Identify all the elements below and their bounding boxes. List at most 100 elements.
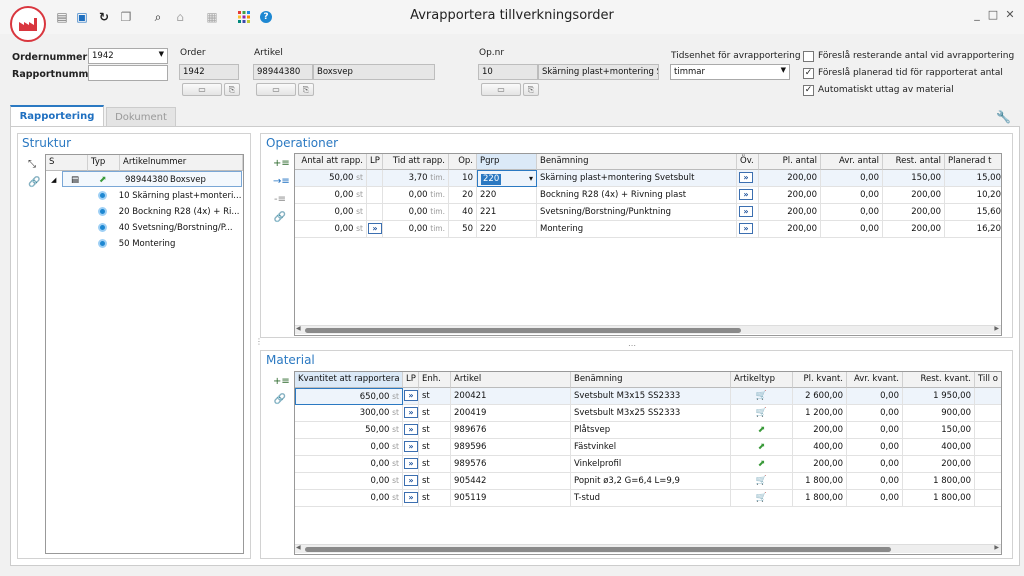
tab-rapportering[interactable]: Rapportering [10, 105, 104, 127]
lp-cell[interactable]: » [367, 221, 383, 238]
lp-cell[interactable] [367, 187, 383, 204]
chevron-down-icon[interactable]: ▾ [529, 171, 533, 186]
minimize-icon[interactable]: _ [970, 8, 984, 22]
pgrp-cell[interactable]: 221 [477, 204, 537, 221]
antal-cell[interactable]: 50,00 st [295, 170, 367, 187]
double-chevron-icon[interactable]: » [739, 172, 753, 183]
lp-cell[interactable]: » [403, 405, 419, 422]
scroll-left-icon[interactable]: ◀ [296, 325, 301, 332]
lp-cell[interactable]: » [403, 473, 419, 490]
lp-cell[interactable]: » [403, 439, 419, 456]
lp-cell[interactable] [367, 204, 383, 221]
kvantitet-cell[interactable]: 0,00 st [295, 490, 403, 507]
column-header[interactable]: Rest. kvant. [903, 372, 975, 388]
horizontal-splitter[interactable]: ⋯ [628, 341, 636, 350]
column-header[interactable]: Benämning [571, 372, 731, 388]
rapportnummer-input[interactable] [88, 65, 168, 81]
column-header[interactable]: Kvantitet att rapportera [295, 372, 403, 388]
pgrp-cell[interactable]: 220 ▾ [477, 170, 537, 187]
horizontal-scrollbar[interactable]: ◀ ▶ [295, 325, 1001, 334]
checkbox-automatiskt-uttag[interactable]: ✓ [803, 85, 814, 96]
antal-cell[interactable]: 0,00 st [295, 187, 367, 204]
artikel-comment-button[interactable]: ▭ [256, 83, 296, 96]
kvantitet-cell[interactable]: 50,00 st [295, 422, 403, 439]
kvantitet-cell[interactable]: 0,00 st [295, 439, 403, 456]
checkbox-foresla-planerad[interactable]: ✓ [803, 68, 814, 79]
lp-cell[interactable]: » [403, 490, 419, 507]
column-header[interactable]: Antal att rapp. [295, 154, 367, 170]
lp-cell[interactable]: » [403, 388, 419, 405]
link-icon[interactable]: 🔗 [273, 212, 287, 224]
add-row-icon[interactable]: +≡ [273, 158, 290, 170]
double-chevron-icon[interactable]: » [404, 441, 418, 452]
lp-cell[interactable]: » [403, 456, 419, 473]
tid-cell[interactable]: 3,70 tim. [383, 170, 449, 187]
kvantitet-cell[interactable]: 650,00 st [295, 388, 403, 405]
kvantitet-cell[interactable]: 0,00 st [295, 456, 403, 473]
pgrp-cell[interactable]: 220 [477, 187, 537, 204]
tree-op-row[interactable]: 20 Bockning R28 (4x) + Ri... [98, 204, 239, 220]
double-chevron-icon[interactable]: » [404, 458, 418, 469]
vertical-splitter[interactable]: ⋮ [255, 338, 263, 346]
ov-cell[interactable]: » [737, 170, 759, 187]
close-icon[interactable]: ✕ [1003, 8, 1017, 22]
tab-dokument[interactable]: Dokument [106, 107, 176, 127]
artikel-attach-button[interactable]: ⎘ [298, 83, 314, 96]
remove-row-icon[interactable]: -≡ [273, 194, 287, 206]
lp-cell[interactable]: » [403, 422, 419, 439]
pgrp-cell[interactable]: 220 [477, 221, 537, 238]
tree-root-row[interactable]: ◢ ▤ ⬈ 98944380 Boxsvep [51, 171, 242, 187]
column-header[interactable]: Avr. kvant. [847, 372, 903, 388]
double-chevron-icon[interactable]: » [739, 206, 753, 217]
sort-icon[interactable]: ⤡ [28, 159, 36, 170]
column-header[interactable]: Artikeltyp [731, 372, 793, 388]
add-row-icon[interactable]: +≡ [273, 376, 290, 388]
antal-cell[interactable]: 0,00 st [295, 221, 367, 238]
kvantitet-cell[interactable]: 300,00 st [295, 405, 403, 422]
order-attach-button[interactable]: ⎘ [224, 83, 240, 96]
scroll-left-icon[interactable]: ◀ [296, 544, 301, 551]
order-comment-button[interactable]: ▭ [182, 83, 222, 96]
column-header[interactable]: Öv. [737, 154, 759, 170]
scroll-right-icon[interactable]: ▶ [994, 325, 999, 332]
column-header[interactable]: Till o [975, 372, 1001, 388]
column-header[interactable]: Pgrp [477, 154, 537, 170]
ov-cell[interactable]: » [737, 187, 759, 204]
column-header[interactable]: Pl. antal [759, 154, 821, 170]
column-header[interactable]: Typ [88, 155, 120, 171]
scrollbar-thumb[interactable] [305, 547, 891, 552]
double-chevron-icon[interactable]: » [739, 189, 753, 200]
tree-op-row[interactable]: 40 Svetsning/Borstning/P... [98, 220, 233, 236]
double-chevron-icon[interactable]: » [368, 223, 382, 234]
column-header[interactable]: Rest. antal [883, 154, 945, 170]
checkbox-foresla-resterande[interactable] [803, 51, 814, 62]
column-header[interactable]: Pl. kvant. [793, 372, 847, 388]
double-chevron-icon[interactable]: » [404, 424, 418, 435]
tid-cell[interactable]: 0,00 tim. [383, 221, 449, 238]
double-chevron-icon[interactable]: » [739, 223, 753, 234]
antal-cell[interactable]: 0,00 st [295, 204, 367, 221]
column-header[interactable]: Benämning [537, 154, 737, 170]
kvantitet-cell[interactable]: 0,00 st [295, 473, 403, 490]
pgrp-select[interactable]: 220 [481, 174, 502, 185]
tree-op-row[interactable]: 50 Montering [98, 236, 175, 252]
tid-cell[interactable]: 0,00 tim. [383, 187, 449, 204]
column-header[interactable]: Op. [449, 154, 477, 170]
double-chevron-icon[interactable]: » [404, 475, 418, 486]
tid-cell[interactable]: 0,00 tim. [383, 204, 449, 221]
double-chevron-icon[interactable]: » [404, 390, 418, 401]
ov-cell[interactable]: » [737, 204, 759, 221]
maximize-icon[interactable]: □ [986, 8, 1000, 22]
insert-row-icon[interactable]: →≡ [273, 176, 290, 188]
horizontal-scrollbar[interactable]: ◀ ▶ [295, 544, 1001, 553]
ordernummer-select[interactable]: 1942 ▼ [88, 48, 168, 64]
link-icon[interactable]: 🔗 [273, 394, 287, 406]
column-header[interactable]: Avr. antal [821, 154, 883, 170]
column-header[interactable]: S [46, 155, 88, 171]
column-header[interactable]: LP [367, 154, 383, 170]
column-header[interactable]: Planerad t [945, 154, 1001, 170]
column-header[interactable]: Enh. [419, 372, 451, 388]
column-header[interactable]: Tid att rapp. [383, 154, 449, 170]
wrench-icon[interactable]: 🔧 [996, 110, 1011, 124]
opnr-attach-button[interactable]: ⎘ [523, 83, 539, 96]
